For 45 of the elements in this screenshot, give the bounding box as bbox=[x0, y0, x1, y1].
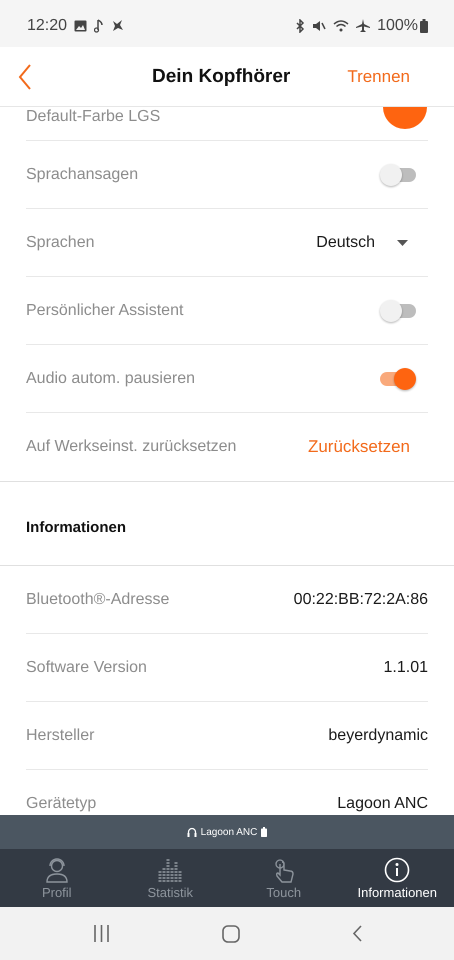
language-dropdown[interactable]: Deutsch bbox=[316, 234, 408, 252]
nav-tab[interactable]: Profil bbox=[0, 849, 114, 907]
toggle-switch[interactable] bbox=[380, 300, 416, 322]
caret-icon bbox=[397, 240, 408, 246]
toggle-switch[interactable] bbox=[380, 164, 416, 186]
setting-label: Sprachen bbox=[26, 234, 94, 252]
setting-label: Audio autom. pausieren bbox=[26, 370, 195, 388]
bluetooth-icon bbox=[295, 18, 306, 32]
airplane-icon bbox=[356, 18, 370, 32]
home-icon[interactable] bbox=[222, 924, 240, 942]
info-value: 00:22:BB:72:2A:86 bbox=[294, 590, 428, 608]
info-label: Gerätetyp bbox=[26, 794, 96, 812]
info-value: Lagoon ANC bbox=[337, 794, 428, 812]
page-title: Dein Kopfhörer bbox=[152, 66, 290, 88]
recent-apps-icon[interactable] bbox=[93, 925, 110, 942]
disconnect-button[interactable]: Trennen bbox=[347, 66, 410, 86]
music-note-icon bbox=[94, 18, 104, 32]
setting-label: Persönlicher Assistent bbox=[26, 302, 184, 320]
nav-tab[interactable]: Informationen bbox=[340, 849, 454, 907]
equalizer-icon bbox=[157, 856, 184, 882]
toggle-switch[interactable] bbox=[380, 368, 416, 390]
battery-icon bbox=[420, 18, 428, 32]
person-headset-icon bbox=[44, 856, 70, 882]
info-label: Hersteller bbox=[26, 726, 94, 744]
info-label: Software Version bbox=[26, 658, 147, 676]
info-value: beyerdynamic bbox=[328, 726, 428, 744]
back-icon[interactable] bbox=[352, 925, 362, 942]
nav-tab[interactable]: Statistik bbox=[114, 849, 227, 907]
wifi-icon bbox=[333, 19, 350, 32]
headphones-icon bbox=[186, 827, 197, 837]
reset-button[interactable]: Zurücksetzen bbox=[308, 437, 410, 457]
setting-label: Default-Farbe LGS bbox=[26, 108, 160, 126]
setting-label: Sprachansagen bbox=[26, 166, 138, 184]
battery-icon bbox=[261, 827, 268, 837]
info-label: Bluetooth®-Adresse bbox=[26, 590, 170, 608]
mute-icon bbox=[312, 18, 326, 32]
section-title: Informationen bbox=[0, 483, 454, 566]
image-icon bbox=[74, 20, 88, 32]
clock-time: 12:20 bbox=[27, 16, 68, 34]
info-value: 1.1.01 bbox=[384, 658, 428, 676]
nav-tab[interactable]: Touch bbox=[227, 849, 340, 907]
info-icon bbox=[384, 856, 410, 882]
setting-label: Auf Werkseinst. zurücksetzen bbox=[26, 438, 236, 456]
battery-percent: 100% bbox=[377, 16, 418, 34]
device-name: Lagoon ANC bbox=[200, 826, 258, 838]
